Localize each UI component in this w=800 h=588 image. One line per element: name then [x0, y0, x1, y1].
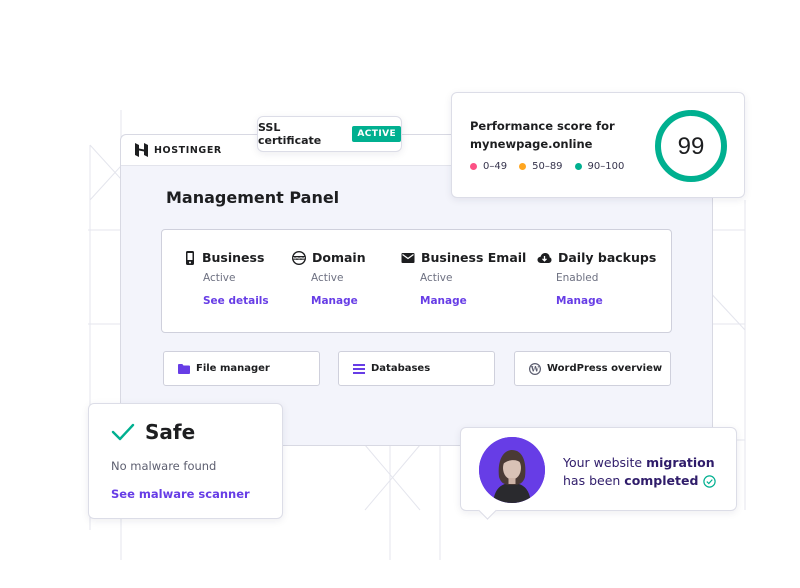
malware-status-card: Safe No malware found See malware scanne… — [88, 403, 283, 519]
performance-title: Performance score for mynewpage.online — [470, 117, 640, 153]
migration-message: Your website migration has been complete… — [563, 454, 717, 490]
service-name: Business — [202, 250, 265, 265]
legend-item: 50–89 — [519, 161, 563, 172]
checkmark-icon — [111, 423, 135, 441]
malware-scanner-link[interactable]: See malware scanner — [111, 487, 250, 501]
service-name: Domain — [312, 250, 366, 265]
performance-score-card: Performance score for mynewpage.online 0… — [451, 92, 745, 198]
legend-dot — [470, 163, 477, 170]
performance-title-line1: Performance score for — [470, 119, 615, 133]
file-manager-button[interactable]: File manager — [163, 351, 320, 386]
svg-text:WWW: WWW — [293, 256, 305, 260]
avatar — [479, 437, 545, 503]
hostinger-logo-icon — [135, 143, 148, 157]
ssl-certificate-card: SSL certificate ACTIVE — [257, 116, 402, 152]
performance-domain: mynewpage.online — [470, 137, 593, 151]
phone-icon — [186, 250, 194, 265]
bubble-tail — [478, 501, 497, 520]
legend-label: 50–89 — [532, 161, 563, 172]
score-gauge: 99 — [655, 110, 727, 182]
tool-label: File manager — [196, 363, 270, 374]
score-value: 99 — [678, 133, 705, 160]
svg-text:W: W — [530, 364, 540, 373]
services-panel: Business Active See details WWW Domain A… — [161, 229, 672, 333]
migration-text-bold-2: completed — [624, 473, 699, 488]
ssl-label: SSL certificate — [258, 121, 322, 147]
service-status: Active — [420, 272, 453, 284]
legend-label: 0–49 — [483, 161, 508, 172]
avatar-portrait — [479, 437, 545, 503]
legend-dot — [519, 163, 527, 170]
database-icon — [353, 363, 365, 374]
service-status: Active — [311, 272, 344, 284]
legend-dot — [574, 163, 582, 170]
service-business: Business Active See details — [184, 250, 269, 307]
legend-label: 90–100 — [587, 161, 625, 172]
status-badge: ACTIVE — [352, 126, 401, 142]
migration-text-1: Your website — [563, 455, 647, 470]
wordpress-overview-button[interactable]: W WordPress overview — [514, 351, 671, 386]
check-circle-icon — [703, 474, 717, 488]
manage-email-link[interactable]: Manage — [420, 295, 526, 307]
logo-text: HOSTINGER — [154, 144, 222, 156]
page-title: Management Panel — [166, 188, 340, 207]
migration-text-bold-1: migration — [646, 455, 715, 470]
manage-backups-link[interactable]: Manage — [556, 295, 656, 307]
service-domain: WWW Domain Active Manage — [292, 250, 366, 307]
folder-icon — [178, 363, 190, 374]
score-legend: 0–49 50–89 90–100 — [470, 161, 624, 172]
safe-title: Safe — [145, 420, 196, 444]
service-name: Business Email — [421, 250, 527, 265]
service-daily-backups: Daily backups Enabled Manage — [537, 250, 656, 307]
see-details-link[interactable]: See details — [203, 295, 269, 307]
tool-label: Databases — [371, 363, 431, 374]
service-status: Enabled — [556, 272, 599, 284]
manage-domain-link[interactable]: Manage — [311, 295, 366, 307]
legend-item: 90–100 — [574, 161, 625, 172]
service-name: Daily backups — [558, 250, 657, 265]
wordpress-icon: W — [529, 362, 541, 375]
malware-status-text: No malware found — [111, 459, 217, 473]
migration-notification: Your website migration has been complete… — [460, 427, 737, 520]
envelope-icon — [401, 252, 415, 263]
service-business-email: Business Email Active Manage — [401, 250, 526, 307]
www-globe-icon: WWW — [292, 250, 306, 265]
hostinger-logo: HOSTINGER — [135, 143, 222, 157]
service-status: Active — [203, 272, 236, 284]
cloud-download-icon — [537, 252, 552, 263]
migration-text-2: has been — [563, 473, 625, 488]
legend-item: 0–49 — [470, 161, 507, 172]
databases-button[interactable]: Databases — [338, 351, 495, 386]
tool-label: WordPress overview — [547, 363, 663, 374]
